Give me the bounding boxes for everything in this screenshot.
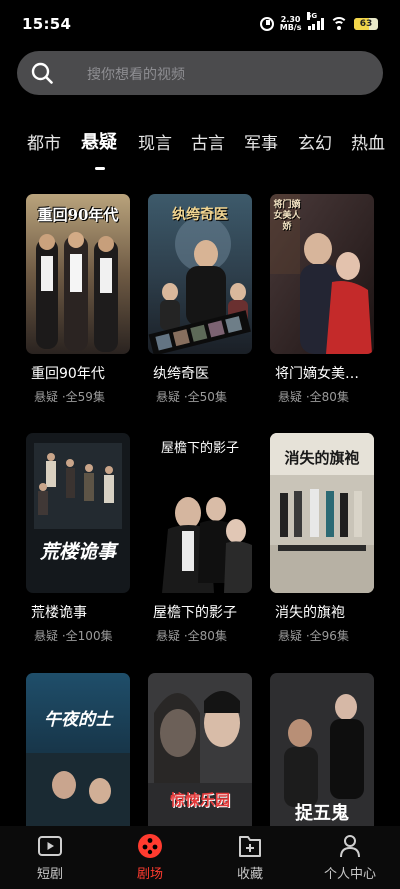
drama-meta: 悬疑 ·全80集 [156,627,252,644]
drama-card[interactable]: 惊悚乐园 [148,673,252,833]
drama-card[interactable]: 午夜的士 [26,673,130,833]
net-speed-unit: MB/s [279,23,302,32]
drama-title: 重回90年代 [31,366,105,382]
drama-episodes: 全100集 [65,629,113,643]
active-tab-indicator [95,167,105,170]
battery-icon: 63 [354,18,378,30]
drama-poster[interactable]: 午夜的士 [26,673,130,833]
drama-poster[interactable]: 消失的旗袍 [270,433,374,593]
signal-type-label: 5G [306,12,318,20]
bottom-nav: 短剧 剧场 收藏 个人中心 [0,826,400,889]
drama-poster[interactable]: 捉五鬼 [270,673,374,833]
drama-genre: 悬疑 [34,390,59,404]
drama-poster[interactable]: 将门嫡女美人娇 [270,194,374,354]
nav-label: 剧场 [136,867,163,882]
drama-meta: 悬疑 ·全100集 [34,627,130,644]
drama-poster[interactable]: 重回90年代 [26,194,130,354]
battery-percent: 63 [359,19,373,29]
drama-meta: 悬疑 ·全80集 [278,388,374,405]
drama-card[interactable]: 荒楼诡事 荒楼诡事 悬疑 ·全100集 [26,433,130,644]
nav-item-profile[interactable]: 个人中心 [300,826,400,889]
drama-poster[interactable]: 纨绔奇医 [148,194,252,354]
poster-art [148,673,252,833]
status-bar: 15:54 2.30 MB/s 5G 63 [0,0,400,48]
alarm-icon [259,17,274,31]
poster-art [26,194,130,354]
poster-art [26,433,130,593]
status-icons: 2.30 MB/s 5G 63 [259,12,378,34]
drama-card[interactable]: 将门嫡女美人娇 将门嫡女美… 悬疑 ·全80集 [270,194,374,405]
drama-poster[interactable]: 荒楼诡事 [26,433,130,593]
drama-card[interactable]: 重回90年代 重回90年代 悬疑 ·全59集 [26,194,130,405]
drama-episodes: 全96集 [309,629,349,643]
drama-genre: 悬疑 [278,390,303,404]
nav-label: 个人中心 [323,867,376,882]
poster-art [148,433,252,593]
play-square-icon [38,836,62,856]
drama-title: 屋檐下的影子 [153,605,237,621]
tab-xianyan[interactable]: 现言 [138,129,172,154]
wifi-icon [330,17,348,31]
drama-genre: 悬疑 [156,629,181,643]
nav-label: 短剧 [36,867,63,882]
search-icon [31,62,53,84]
drama-card[interactable]: 屋檐下的影子 屋檐下的影子 悬疑 ·全80集 [148,433,252,644]
tab-dushi[interactable]: 都市 [27,129,61,154]
tab-rexue[interactable]: 热血 [351,129,385,154]
drama-card[interactable]: 捉五鬼 [270,673,374,833]
drama-genre: 悬疑 [34,629,59,643]
drama-card[interactable]: 纨绔奇医 纨绔奇医 悬疑 ·全50集 [148,194,252,405]
drama-poster[interactable]: 屋檐下的影子 [148,433,252,593]
drama-card[interactable]: 消失的旗袍 消失的旗袍 悬疑 ·全96集 [270,433,374,644]
network-speed: 2.30 MB/s [280,16,302,32]
film-reel-icon [138,834,162,858]
drama-episodes: 全50集 [187,390,227,404]
category-tabs: 都市 悬疑 现言 古言 军事 玄幻 热血 [0,127,400,170]
drama-genre: 悬疑 [156,390,181,404]
poster-art [270,194,374,354]
tab-xuanyi[interactable]: 悬疑 [81,128,117,154]
search-placeholder: 搜你想看的视频 [87,67,185,83]
poster-art [270,433,374,593]
drama-genre: 悬疑 [278,629,303,643]
tab-guyan[interactable]: 古言 [191,129,225,154]
tab-xuanhuan[interactable]: 玄幻 [298,129,332,154]
drama-episodes: 全59集 [65,390,105,404]
person-icon [340,835,360,858]
nav-item-short-drama[interactable]: 短剧 [0,826,100,889]
search-bar[interactable]: 搜你想看的视频 [17,51,383,95]
drama-title: 荒楼诡事 [31,605,87,621]
nav-item-favorites[interactable]: 收藏 [200,826,300,889]
drama-title: 消失的旗袍 [275,605,345,621]
poster-art [148,194,252,354]
drama-meta: 悬疑 ·全59集 [34,388,130,405]
poster-art [270,673,374,833]
drama-title: 纨绔奇医 [153,366,209,382]
drama-poster[interactable]: 惊悚乐园 [148,673,252,833]
drama-meta: 悬疑 ·全50集 [156,388,252,405]
poster-art [26,673,130,833]
collect-plus-icon [239,836,261,857]
cell-signal-icon: 5G [306,12,324,30]
drama-title: 将门嫡女美… [275,366,359,382]
drama-meta: 悬疑 ·全96集 [278,627,374,644]
drama-episodes: 全80集 [309,390,349,404]
drama-episodes: 全80集 [187,629,227,643]
status-time: 15:54 [22,15,72,33]
tab-junshi[interactable]: 军事 [244,129,278,154]
nav-item-theater[interactable]: 剧场 [100,826,200,889]
nav-label: 收藏 [236,867,263,882]
